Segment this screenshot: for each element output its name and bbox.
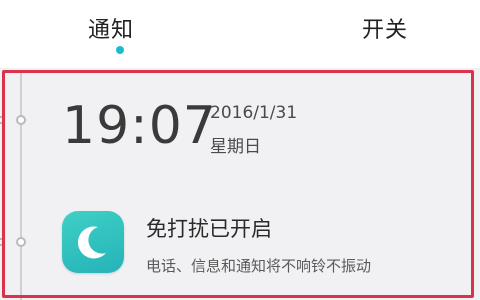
tab-bar: 通知 开关	[0, 0, 480, 68]
tab-notifications[interactable]: 通知	[88, 12, 134, 44]
lockscreen-notification-page: 通知 开关 19:07 2016/1/31 星期日 免打扰已开启 电话、信息和通…	[0, 0, 480, 300]
tab-toggles[interactable]: 开关	[362, 12, 408, 44]
active-tab-indicator	[116, 46, 124, 54]
highlight-frame	[2, 70, 474, 298]
